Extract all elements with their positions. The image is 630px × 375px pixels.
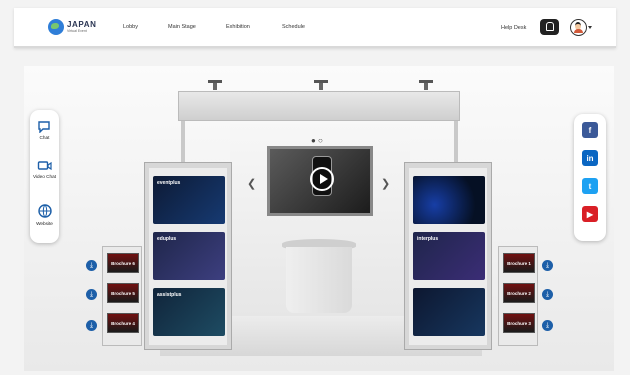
carousel-dots[interactable]: ● ○ — [311, 136, 323, 145]
brochure-1[interactable]: Brochure 1 — [503, 253, 535, 273]
globe-icon — [37, 204, 52, 218]
website-action[interactable]: Website — [30, 203, 59, 226]
nav-main-stage[interactable]: Main Stage — [168, 24, 196, 30]
website-label: Website — [36, 221, 53, 226]
download-icon[interactable]: ⤓ — [542, 289, 553, 300]
download-icon[interactable]: ⤓ — [542, 260, 553, 271]
nav-lobby[interactable]: Lobby — [123, 24, 138, 30]
chat-label: Chat — [39, 135, 50, 140]
brochure-6[interactable]: Brochure 6 — [107, 253, 139, 273]
brochure-3[interactable]: Brochure 3 — [503, 313, 535, 333]
twitter-icon[interactable]: t — [582, 178, 598, 194]
logo-text: JAPAN Virtual Event — [67, 19, 97, 34]
brochure-5[interactable]: Brochure 5 — [107, 283, 139, 303]
video-icon — [37, 161, 52, 171]
download-icon[interactable]: ⤓ — [542, 320, 553, 331]
booth-stage: ● ○ ❮ ❯ eventplus eduplus assistplus int… — [24, 66, 614, 371]
banner-card[interactable]: assistplus — [153, 288, 225, 336]
booth-canopy — [178, 91, 460, 121]
spotlight-icon — [208, 80, 222, 90]
banner-card-label: assistplus — [157, 292, 182, 298]
logo-main-text: JAPAN — [67, 19, 97, 29]
top-navigation: JAPAN Virtual Event Lobby Main Stage Exh… — [14, 8, 616, 48]
linkedin-icon[interactable]: in — [582, 150, 598, 166]
facebook-icon[interactable]: f — [582, 122, 598, 138]
chat-icon — [37, 121, 50, 133]
carousel-prev-arrow-icon[interactable]: ❮ — [247, 177, 256, 190]
left-banner-stand: eventplus eduplus assistplus — [144, 162, 232, 350]
right-brochure-rack: Brochure 1 Brochure 2 Brochure 3 — [498, 246, 538, 346]
brand-logo[interactable]: JAPAN Virtual Event — [48, 19, 97, 35]
video-chat-action[interactable]: Video Chat — [30, 160, 59, 179]
globe-logo-icon — [48, 19, 64, 35]
nav-schedule[interactable]: Schedule — [282, 24, 305, 30]
logo-sub-text: Virtual Event — [67, 28, 87, 33]
podium-body — [286, 247, 352, 313]
spotlight-icon — [419, 80, 433, 90]
chevron-down-icon[interactable] — [588, 26, 592, 29]
left-action-sidebar: Chat Video Chat Website — [30, 110, 59, 243]
banner-card[interactable]: interplus — [413, 232, 485, 280]
download-icon[interactable]: ⤓ — [86, 320, 97, 331]
help-desk-link[interactable]: Help Desk — [501, 25, 526, 31]
video-chat-label: Video Chat — [32, 174, 57, 179]
banner-card-label: eduplus — [157, 236, 177, 242]
play-button[interactable] — [310, 167, 334, 191]
spotlight-icon — [314, 80, 328, 90]
banner-card[interactable] — [413, 176, 485, 224]
user-avatar[interactable] — [570, 19, 587, 36]
app-root: JAPAN Virtual Event Lobby Main Stage Exh… — [0, 0, 630, 375]
brochure-4[interactable]: Brochure 4 — [107, 313, 139, 333]
brochure-2[interactable]: Brochure 2 — [503, 283, 535, 303]
banner-card[interactable]: eduplus — [153, 232, 225, 280]
download-icon[interactable]: ⤓ — [86, 289, 97, 300]
banner-card-label: eventplus — [157, 180, 181, 186]
download-icon[interactable]: ⤓ — [86, 260, 97, 271]
video-screen[interactable] — [267, 146, 373, 216]
nav-exhibition[interactable]: Exhibition — [226, 24, 250, 30]
podium — [282, 239, 356, 317]
carousel-next-arrow-icon[interactable]: ❯ — [381, 177, 390, 190]
social-sidebar: f in t ▶ — [574, 114, 606, 241]
banner-card-label: interplus — [417, 236, 439, 242]
banner-card[interactable] — [413, 288, 485, 336]
youtube-icon[interactable]: ▶ — [582, 206, 598, 222]
notification-bell-button[interactable] — [540, 19, 559, 35]
right-banner-stand: interplus — [404, 162, 492, 350]
chat-action[interactable]: Chat — [30, 120, 59, 140]
banner-card[interactable]: eventplus — [153, 176, 225, 224]
left-brochure-rack: Brochure 6 Brochure 5 Brochure 4 — [102, 246, 142, 346]
